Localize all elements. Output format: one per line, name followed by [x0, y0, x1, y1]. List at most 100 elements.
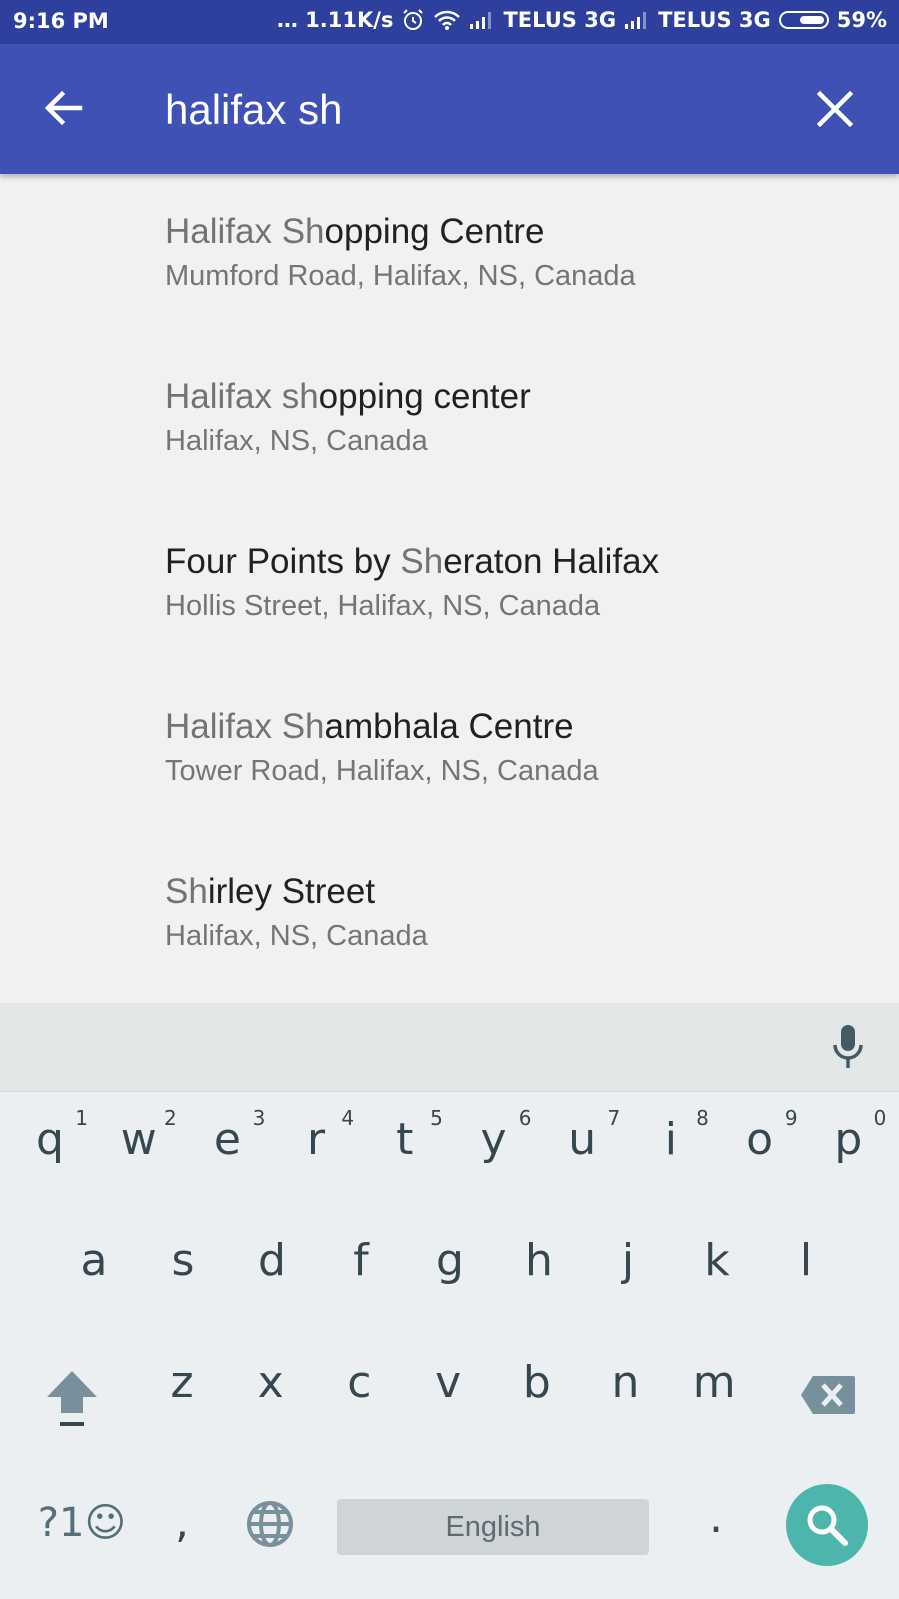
title-text: eraton Halifax: [443, 542, 660, 581]
status-bar: 9:16 PM … 1.11K/s TELUS 3G TELUS 3G 59%: [0, 0, 899, 44]
key-number-hint: 7: [607, 1106, 621, 1130]
result-title: Shirley Street: [165, 872, 428, 912]
key-h[interactable]: h: [495, 1235, 583, 1286]
globe-icon: [247, 1501, 293, 1547]
search-icon: [807, 1505, 848, 1546]
title-text: irley Street: [207, 872, 376, 911]
title-text: opping center: [318, 377, 531, 416]
key-z[interactable]: z: [138, 1357, 226, 1408]
backspace-key[interactable]: [798, 1374, 858, 1427]
key-number-hint: 3: [252, 1106, 266, 1130]
list-item[interactable]: Shirley Street Halifax, NS, Canada: [165, 872, 428, 953]
key-label: i: [664, 1114, 677, 1165]
key-label: y: [480, 1114, 507, 1165]
title-match: Sh: [165, 872, 208, 911]
key-number-hint: 6: [518, 1106, 532, 1130]
key-label: p: [834, 1114, 863, 1165]
voice-input-button[interactable]: [830, 1023, 866, 1076]
key-number-hint: 2: [163, 1106, 177, 1130]
key-label: o: [746, 1114, 774, 1165]
result-title: Four Points by Sheraton Halifax: [165, 542, 659, 582]
arrow-back-icon: [44, 90, 83, 126]
comma-key[interactable]: ,: [138, 1497, 226, 1548]
result-subtitle: Tower Road, Halifax, NS, Canada: [165, 755, 599, 787]
status-time: 9:16 PM: [13, 9, 109, 33]
key-b[interactable]: b: [493, 1357, 581, 1408]
status-indicators: … 1.11K/s TELUS 3G TELUS 3G 59%: [277, 8, 887, 32]
result-title: Halifax shopping center: [165, 377, 531, 417]
battery-icon: [778, 11, 829, 29]
result-subtitle: Hollis Street, Halifax, NS, Canada: [165, 590, 601, 622]
list-item[interactable]: Halifax shopping center Halifax, NS, Can…: [165, 377, 531, 458]
key-c[interactable]: c: [315, 1357, 403, 1408]
search-input[interactable]: halifax sh: [165, 86, 342, 134]
close-icon: [816, 90, 854, 128]
key-a[interactable]: a: [50, 1235, 138, 1286]
key-w[interactable]: w2: [95, 1106, 183, 1165]
period-key[interactable]: .: [672, 1492, 760, 1543]
search-app-bar: halifax sh: [0, 44, 899, 174]
key-e[interactable]: e3: [183, 1106, 271, 1165]
key-r[interactable]: r4: [272, 1106, 360, 1165]
title-match: Sh: [400, 542, 444, 581]
result-subtitle: Halifax, NS, Canada: [165, 920, 428, 952]
list-item[interactable]: Halifax Shambhala Centre Tower Road, Hal…: [165, 707, 599, 788]
back-button[interactable]: [38, 82, 90, 134]
key-n[interactable]: n: [582, 1357, 670, 1408]
key-u[interactable]: u7: [538, 1106, 626, 1165]
language-key[interactable]: [226, 1492, 314, 1561]
battery-percent: 59%: [836, 8, 887, 32]
space-bar[interactable]: English: [337, 1499, 649, 1555]
key-p[interactable]: p0: [804, 1106, 892, 1165]
key-label: e: [213, 1114, 241, 1165]
key-number-hint: 1: [75, 1106, 88, 1130]
key-j[interactable]: j: [584, 1235, 672, 1286]
list-item[interactable]: Four Points by Sheraton Halifax Hollis S…: [165, 542, 659, 623]
battery-fill: [799, 16, 824, 24]
carrier-1: TELUS 3G: [503, 8, 617, 32]
key-i[interactable]: i8: [627, 1106, 715, 1165]
list-item[interactable]: Halifax Shopping Centre Mumford Road, Ha…: [165, 212, 636, 293]
title-match: Halifax Sh: [165, 212, 325, 251]
key-v[interactable]: v: [404, 1357, 492, 1408]
title-text: ambhala Centre: [324, 707, 574, 746]
result-subtitle: Halifax, NS, Canada: [165, 425, 428, 457]
key-number-hint: 9: [784, 1106, 798, 1130]
key-t[interactable]: t5: [361, 1106, 449, 1165]
key-f[interactable]: f: [317, 1235, 405, 1286]
shift-icon: [47, 1371, 97, 1426]
key-s[interactable]: s: [139, 1235, 227, 1286]
key-y[interactable]: y6: [450, 1106, 538, 1165]
search-action-button[interactable]: [786, 1484, 868, 1566]
key-number-hint: 4: [341, 1106, 355, 1130]
key-o[interactable]: o9: [716, 1106, 804, 1165]
key-label: t: [396, 1114, 414, 1165]
wifi-icon: [434, 10, 461, 30]
alarm-icon: [403, 9, 424, 30]
key-label: u: [568, 1114, 597, 1165]
key-label: r: [307, 1114, 326, 1165]
title-text: opping Centre: [324, 212, 545, 251]
signal-icon-1: [470, 12, 492, 29]
signal-icon-2: [625, 12, 647, 29]
key-k[interactable]: k: [673, 1235, 761, 1286]
clear-button[interactable]: [810, 84, 860, 134]
symbols-key[interactable]: ?1☺: [22, 1500, 142, 1546]
key-l[interactable]: l: [762, 1235, 850, 1286]
key-x[interactable]: x: [227, 1357, 315, 1408]
microphone-icon: [833, 1025, 863, 1068]
network-speed: … 1.11K/s: [276, 8, 394, 32]
carrier-2: TELUS 3G: [658, 8, 771, 32]
key-m[interactable]: m: [670, 1357, 758, 1408]
key-number-hint: 8: [696, 1106, 709, 1130]
key-q[interactable]: q1: [6, 1106, 94, 1165]
result-title: Halifax Shambhala Centre: [165, 707, 599, 747]
title-match: Halifax Sh: [165, 707, 325, 746]
key-g[interactable]: g: [406, 1235, 494, 1286]
keyboard: q1w2e3r4t5y6u7i8o9p0 asdfghjkl zxcvbnm ?…: [0, 1092, 899, 1599]
key-number-hint: 5: [430, 1106, 443, 1130]
keyboard-suggestion-strip: [0, 1003, 899, 1092]
key-label: q: [36, 1114, 64, 1165]
shift-key[interactable]: [40, 1367, 104, 1440]
key-d[interactable]: d: [228, 1235, 316, 1286]
